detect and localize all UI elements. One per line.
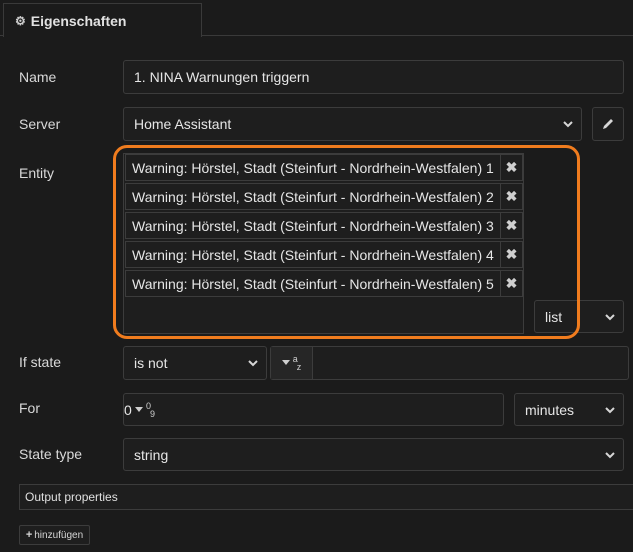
entity-mode-value: list (545, 308, 563, 325)
name-input[interactable]: 1. NINA Warnungen triggern (123, 60, 624, 94)
tab-bar: ⚙ Eigenschaften (0, 0, 633, 37)
list-item: Warning: Hörstel, Stadt (Steinfurt - Nor… (125, 154, 523, 181)
caret-down-icon (281, 360, 290, 365)
add-button-label: hinzufügen (34, 529, 84, 541)
entity-mode-select[interactable]: list (534, 300, 624, 333)
entity-item-text: Warning: Hörstel, Stadt (Steinfurt - Nor… (132, 246, 494, 263)
output-properties-list: Output properties (19, 484, 633, 510)
entity-item-text: Warning: Hörstel, Stadt (Steinfurt - Nor… (132, 188, 494, 205)
chevron-down-icon (248, 360, 258, 367)
entity-item-text: Warning: Hörstel, Stadt (Steinfurt - Nor… (132, 159, 494, 176)
add-button[interactable]: + hinzufügen (19, 525, 90, 545)
remove-icon[interactable]: ✖ (500, 271, 522, 296)
plus-icon: + (25, 529, 33, 541)
remove-icon[interactable]: ✖ (500, 155, 522, 180)
entity-label: Entity (19, 165, 55, 181)
list-item: Warning: Hörstel, Stadt (Steinfurt - Nor… (125, 183, 523, 210)
list-item: Warning: Hörstel, Stadt (Steinfurt - Nor… (125, 212, 523, 239)
remove-icon[interactable]: ✖ (500, 184, 522, 209)
edit-server-button[interactable] (592, 107, 624, 141)
if-state-value-input[interactable]: a z (270, 346, 629, 380)
tab-eigenschaften[interactable]: ⚙ Eigenschaften (3, 3, 202, 37)
chevron-down-icon (605, 313, 615, 320)
entity-item-text: Warning: Hörstel, Stadt (Steinfurt - Nor… (132, 217, 494, 234)
tab-label: Eigenschaften (30, 12, 127, 29)
chevron-down-icon (605, 451, 615, 458)
type-selector-button[interactable]: a z (271, 347, 313, 379)
for-unit-value: minutes (525, 401, 575, 418)
if-state-operator-select[interactable]: is not (123, 346, 267, 380)
for-unit-select[interactable]: minutes (514, 393, 624, 426)
state-type-label: State type (19, 446, 83, 462)
remove-icon[interactable]: ✖ (500, 242, 522, 267)
server-value: Home Assistant (134, 116, 232, 132)
number-type-icon: 0 9 (145, 400, 155, 419)
pencil-icon (603, 119, 613, 129)
for-label: For (19, 400, 40, 416)
entity-item-text: Warning: Hörstel, Stadt (Steinfurt - Nor… (132, 275, 494, 292)
name-value: 1. NINA Warnungen triggern (134, 69, 310, 85)
caret-down-icon (134, 406, 143, 412)
list-item: Warning: Hörstel, Stadt (Steinfurt - Nor… (125, 241, 523, 268)
name-label: Name (19, 69, 57, 85)
chevron-down-icon (605, 406, 615, 413)
chevron-down-icon (563, 121, 573, 128)
state-type-select[interactable]: string (123, 438, 624, 471)
server-label: Server (19, 116, 61, 132)
if-state-operator-value: is not (134, 355, 168, 371)
string-type-icon: a z (292, 354, 302, 372)
state-type-value: string (134, 446, 169, 463)
entity-list[interactable]: Warning: Hörstel, Stadt (Steinfurt - Nor… (123, 153, 524, 334)
if-state-label: If state (19, 354, 62, 370)
list-item: Warning: Hörstel, Stadt (Steinfurt - Nor… (125, 270, 523, 297)
server-select[interactable]: Home Assistant (123, 107, 582, 141)
for-value-input[interactable]: 0 9 0 (123, 393, 504, 426)
remove-icon[interactable]: ✖ (500, 213, 522, 238)
gear-icon: ⚙ (15, 13, 26, 28)
type-selector-button[interactable]: 0 9 (124, 394, 166, 425)
output-properties-header: Output properties (25, 490, 118, 504)
